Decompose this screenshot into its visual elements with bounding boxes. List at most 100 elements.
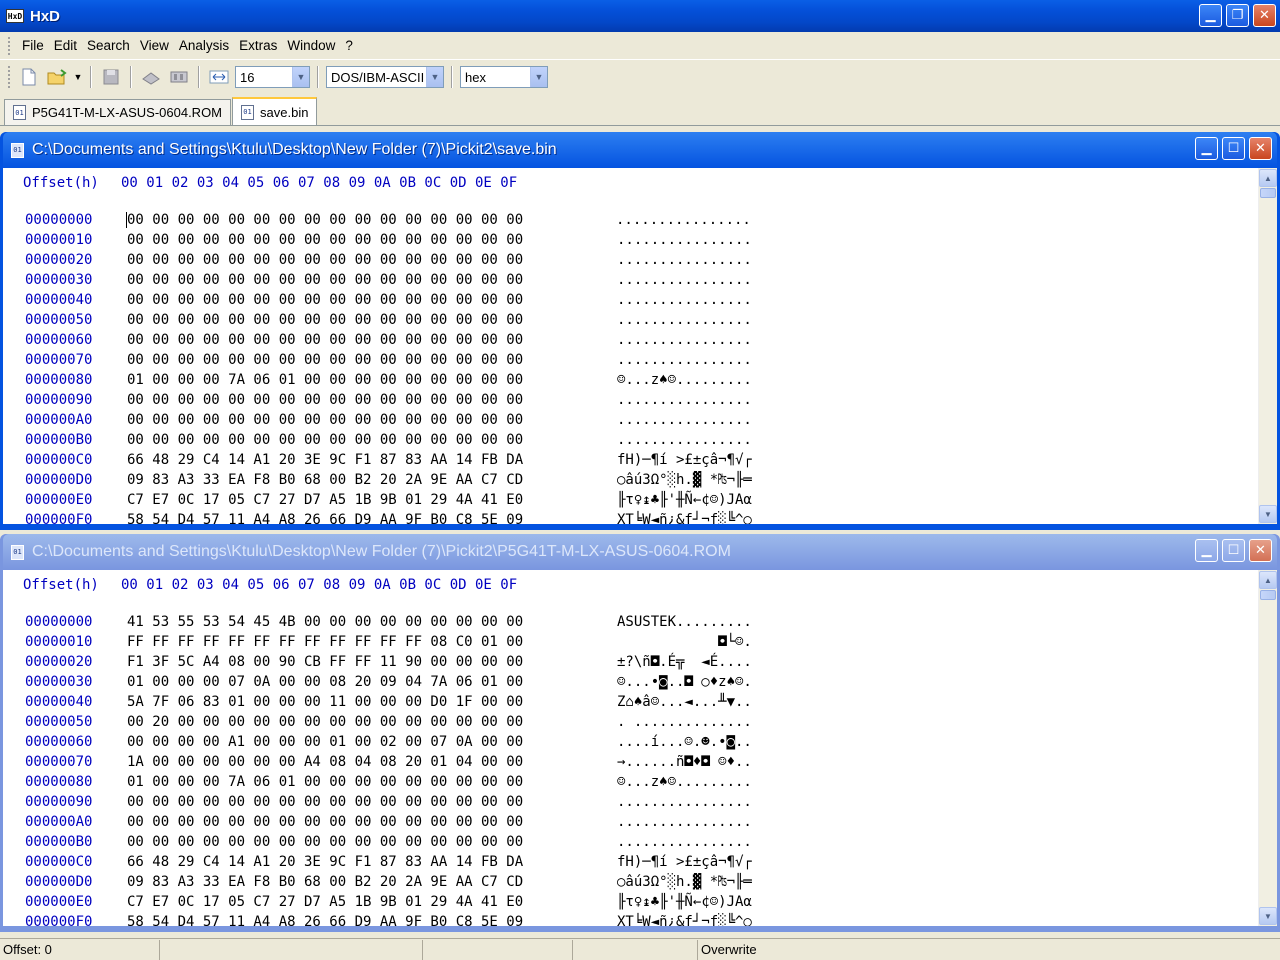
row-hex-bytes[interactable]: 00 00 00 00 00 00 00 00 00 00 00 00 00 0… — [127, 332, 617, 348]
row-ascii-text[interactable]: ................ — [616, 212, 751, 228]
maximize-button[interactable]: ☐ — [1222, 539, 1245, 562]
chevron-down-icon[interactable]: ▼ — [530, 67, 547, 87]
open-ram-icon[interactable] — [167, 65, 191, 89]
save-disk-icon[interactable] — [99, 65, 123, 89]
charset-select[interactable]: DOS/IBM-ASCII ▼ — [326, 66, 444, 88]
row-hex-bytes[interactable]: 00 00 00 00 00 00 00 00 00 00 00 00 00 0… — [127, 292, 617, 308]
row-hex-bytes[interactable]: 1A 00 00 00 00 00 00 A4 08 04 08 20 01 0… — [127, 754, 617, 770]
row-hex-bytes[interactable]: 58 54 D4 57 11 A4 A8 26 66 D9 AA 9F B0 C… — [127, 512, 617, 524]
row-ascii-text[interactable]: Z⌂♠â☺...◄...╨▼.. — [617, 694, 752, 710]
hex-row[interactable]: 000000C0 66 48 29 C4 14 A1 20 3E 9C F1 87… — [3, 450, 752, 470]
row-ascii-text[interactable]: ○âú3Ω°░h.▓ *₧¬╟═ — [617, 874, 752, 890]
row-ascii-text[interactable]: fH)─¶í >£±çâ¬¶√┌ — [617, 854, 752, 870]
hex-row[interactable]: 000000B0 00 00 00 00 00 00 00 00 00 00 00… — [3, 430, 752, 450]
row-hex-bytes[interactable]: 00 00 00 00 A1 00 00 00 01 00 02 00 07 0… — [127, 734, 617, 750]
hex-row[interactable]: 000000D0 09 83 A3 33 EA F8 B0 68 00 B2 20… — [3, 872, 752, 892]
open-disk-icon[interactable] — [139, 65, 163, 89]
minimize-button[interactable]: ▁ — [1199, 4, 1222, 27]
row-ascii-text[interactable]: ................ — [617, 312, 752, 328]
row-hex-bytes[interactable]: 00 00 00 00 00 00 00 00 00 00 00 00 00 0… — [127, 794, 617, 810]
hex-row[interactable]: 00000080 01 00 00 00 7A 06 01 00 00 00 00… — [3, 370, 752, 390]
hex-row[interactable]: 00000090 00 00 00 00 00 00 00 00 00 00 00… — [3, 792, 752, 812]
hex-row[interactable]: 00000080 01 00 00 00 7A 06 01 00 00 00 00… — [3, 772, 752, 792]
hex-row[interactable]: 00000060 00 00 00 00 A1 00 00 00 01 00 02… — [3, 732, 752, 752]
open-folder-icon[interactable] — [45, 65, 69, 89]
hex-row[interactable]: 000000F0 58 54 D4 57 11 A4 A8 26 66 D9 AA… — [3, 510, 752, 524]
hex-row[interactable]: 00000030 00 00 00 00 00 00 00 00 00 00 00… — [3, 270, 752, 290]
row-hex-bytes[interactable]: 00 00 00 00 00 00 00 00 00 00 00 00 00 0… — [127, 412, 617, 428]
hex-row[interactable]: 00000090 00 00 00 00 00 00 00 00 00 00 00… — [3, 390, 752, 410]
row-ascii-text[interactable]: ☺...•◙..◘ ○♦z♠☺. — [617, 674, 752, 690]
scroll-thumb[interactable] — [1260, 590, 1276, 600]
row-ascii-text[interactable]: ○âú3Ω°░h.▓ *₧¬╟═ — [617, 472, 752, 488]
row-ascii-text[interactable]: ◘└☺. — [617, 634, 752, 650]
row-hex-bytes[interactable]: 00 00 00 00 00 00 00 00 00 00 00 00 00 0… — [127, 272, 617, 288]
menu-extras[interactable]: Extras — [234, 36, 282, 55]
status-mode[interactable]: Overwrite — [698, 940, 898, 960]
row-hex-bytes[interactable]: 00 00 00 00 00 00 00 00 00 00 00 00 00 0… — [127, 312, 617, 328]
hex-row[interactable]: 000000F0 58 54 D4 57 11 A4 A8 26 66 D9 AA… — [3, 912, 752, 926]
row-ascii-text[interactable]: ................ — [617, 272, 752, 288]
menu-edit[interactable]: Edit — [49, 36, 82, 55]
editor-window-save-bin[interactable]: 01 C:\Documents and Settings\Ktulu\Deskt… — [0, 132, 1280, 530]
row-hex-bytes[interactable]: 00 00 00 00 00 00 00 00 00 00 00 00 00 0… — [126, 212, 616, 228]
row-hex-bytes[interactable]: 09 83 A3 33 EA F8 B0 68 00 B2 20 2A 9E A… — [127, 874, 617, 890]
tab-save-bin[interactable]: 01 save.bin — [232, 97, 318, 125]
scroll-up-arrow-icon[interactable]: ▲ — [1259, 571, 1277, 589]
row-hex-bytes[interactable]: 5A 7F 06 83 01 00 00 00 11 00 00 00 D0 1… — [127, 694, 617, 710]
hex-row[interactable]: 000000E0 C7 E7 0C 17 05 C7 27 D7 A5 1B 9B… — [3, 892, 752, 912]
row-ascii-text[interactable]: ................ — [617, 292, 752, 308]
vertical-scrollbar[interactable]: ▲ ▼ — [1258, 570, 1277, 926]
hex-row[interactable]: 000000E0 C7 E7 0C 17 05 C7 27 D7 A5 1B 9B… — [3, 490, 752, 510]
row-ascii-text[interactable]: XT╘W◄ñ¿&f┘¬ƒ░╚^○ — [617, 512, 752, 524]
row-ascii-text[interactable]: . .............. — [617, 714, 752, 730]
menu-view[interactable]: View — [135, 36, 174, 55]
row-ascii-text[interactable]: ╟τ♀↨♣╟'╫Ñ←¢☺)JAα — [617, 894, 752, 910]
minimize-button[interactable]: ▁ — [1195, 137, 1218, 160]
hex-row[interactable]: 00000050 00 20 00 00 00 00 00 00 00 00 00… — [3, 712, 752, 732]
hex-row[interactable]: 000000D0 09 83 A3 33 EA F8 B0 68 00 B2 20… — [3, 470, 752, 490]
row-ascii-text[interactable]: ................ — [617, 352, 752, 368]
row-hex-bytes[interactable]: 00 00 00 00 00 00 00 00 00 00 00 00 00 0… — [127, 814, 617, 830]
row-ascii-text[interactable]: ................ — [617, 252, 752, 268]
chevron-down-icon[interactable]: ▼ — [292, 67, 309, 87]
hex-row[interactable]: 00000040 00 00 00 00 00 00 00 00 00 00 00… — [3, 290, 752, 310]
editor-window-titlebar[interactable]: 01 C:\Documents and Settings\Ktulu\Deskt… — [3, 534, 1277, 570]
toolbar-grip[interactable] — [8, 66, 11, 88]
hex-editor-view[interactable]: Offset(h) 00 01 02 03 04 05 06 07 08 09 … — [3, 168, 1277, 524]
row-ascii-text[interactable]: ................ — [617, 392, 752, 408]
row-ascii-text[interactable]: ................ — [617, 332, 752, 348]
maximize-button[interactable]: ☐ — [1222, 137, 1245, 160]
menu-file[interactable]: File — [17, 36, 49, 55]
row-hex-bytes[interactable]: 41 53 55 53 54 45 4B 00 00 00 00 00 00 0… — [127, 614, 617, 630]
row-hex-bytes[interactable]: 00 00 00 00 00 00 00 00 00 00 00 00 00 0… — [127, 352, 617, 368]
minimize-button[interactable]: ▁ — [1195, 539, 1218, 562]
row-ascii-text[interactable]: ................ — [617, 432, 752, 448]
row-hex-bytes[interactable]: FF FF FF FF FF FF FF FF FF FF FF FF 08 C… — [127, 634, 617, 650]
close-button[interactable]: ✕ — [1249, 137, 1272, 160]
offset-base-select[interactable]: hex ▼ — [460, 66, 548, 88]
row-ascii-text[interactable]: ................ — [617, 814, 752, 830]
row-hex-bytes[interactable]: 66 48 29 C4 14 A1 20 3E 9C F1 87 83 AA 1… — [127, 854, 617, 870]
row-ascii-text[interactable]: ASUSTEK......... — [617, 614, 752, 630]
scroll-up-arrow-icon[interactable]: ▲ — [1259, 169, 1277, 187]
hex-row[interactable]: 00000000 00 00 00 00 00 00 00 00 00 00 00… — [3, 210, 751, 230]
row-hex-bytes[interactable]: F1 3F 5C A4 08 00 90 CB FF FF 11 90 00 0… — [127, 654, 617, 670]
row-hex-bytes[interactable]: 01 00 00 00 07 0A 00 00 08 20 09 04 7A 0… — [127, 674, 617, 690]
hex-row[interactable]: 000000C0 66 48 29 C4 14 A1 20 3E 9C F1 87… — [3, 852, 752, 872]
row-hex-bytes[interactable]: 00 00 00 00 00 00 00 00 00 00 00 00 00 0… — [127, 432, 617, 448]
hex-row[interactable]: 00000040 5A 7F 06 83 01 00 00 00 11 00 00… — [3, 692, 752, 712]
scroll-down-arrow-icon[interactable]: ▼ — [1259, 907, 1277, 925]
row-hex-bytes[interactable]: 00 00 00 00 00 00 00 00 00 00 00 00 00 0… — [127, 392, 617, 408]
row-hex-bytes[interactable]: C7 E7 0C 17 05 C7 27 D7 A5 1B 9B 01 29 4… — [127, 894, 617, 910]
row-hex-bytes[interactable]: 01 00 00 00 7A 06 01 00 00 00 00 00 00 0… — [127, 774, 617, 790]
hex-row[interactable]: 00000070 1A 00 00 00 00 00 00 A4 08 04 08… — [3, 752, 752, 772]
row-hex-bytes[interactable]: 66 48 29 C4 14 A1 20 3E 9C F1 87 83 AA 1… — [127, 452, 617, 468]
menu-help[interactable]: ? — [340, 36, 358, 55]
editor-window-titlebar[interactable]: 01 C:\Documents and Settings\Ktulu\Deskt… — [3, 132, 1277, 168]
menubar-grip[interactable] — [8, 36, 11, 55]
open-dropdown-arrow-icon[interactable]: ▼ — [73, 65, 83, 89]
row-ascii-text[interactable]: ................ — [617, 834, 752, 850]
row-ascii-text[interactable]: ................ — [617, 794, 752, 810]
hex-row[interactable]: 00000010 FF FF FF FF FF FF FF FF FF FF FF… — [3, 632, 752, 652]
